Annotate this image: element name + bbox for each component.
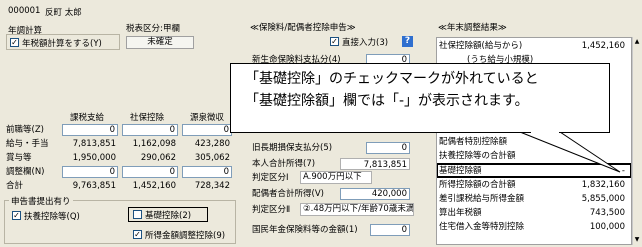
callout-joint (531, 131, 559, 134)
callout-line-1: 「基礎控除」のチェックマークが外れていると (245, 71, 539, 87)
callout-balloon: 「基礎控除」のチェックマークが外れていると 「基礎控除額」欄では「-」が表示され… (230, 63, 610, 133)
callout-line-2: 「基礎控除額」欄では「-」が表示されます。 (245, 93, 529, 109)
